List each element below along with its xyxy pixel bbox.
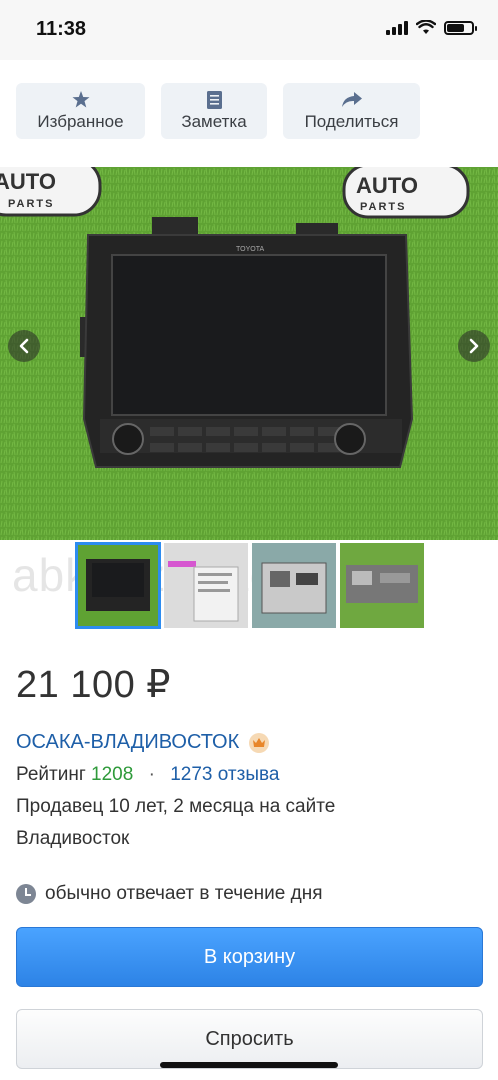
ask-button[interactable]: Спросить <box>16 1009 483 1069</box>
add-to-cart-button[interactable]: В корзину <box>16 927 483 987</box>
rating-label: Рейтинг <box>16 764 86 785</box>
head-unit: TOYOTA <box>80 217 414 468</box>
favorite-button[interactable]: Избранное <box>16 83 145 139</box>
battery-icon <box>444 20 477 35</box>
thumbnail-image <box>252 543 336 628</box>
rating-value[interactable]: 1208 <box>91 764 133 785</box>
separator-dot: · <box>148 764 155 785</box>
thumbnail-4[interactable] <box>340 543 424 628</box>
thumbnail-image <box>340 543 424 628</box>
main-photo[interactable]: AUTO PARTS AUTO PARTS TOYOTA <box>0 167 498 540</box>
share-label: Поделиться <box>304 111 399 131</box>
svg-text:AUTO: AUTO <box>0 169 56 194</box>
note-label: Заметка <box>181 111 247 131</box>
action-row: Избранное Заметка Поделиться <box>16 83 420 139</box>
thumbnail-2[interactable] <box>164 543 248 628</box>
favorite-label: Избранное <box>37 111 124 131</box>
reviews-link[interactable]: 1273 отзыва <box>170 764 279 785</box>
seller-city: Владивосток <box>16 828 130 849</box>
response-time-text: обычно отвечает в течение дня <box>45 883 323 904</box>
cellular-signal-icon <box>386 20 408 35</box>
note-button[interactable]: Заметка <box>161 83 267 139</box>
rating-line: Рейтинг 1208 · 1273 отзыва <box>16 764 279 786</box>
svg-text:AUTO: AUTO <box>356 173 418 198</box>
seller-link[interactable]: ОСАКА-ВЛАДИВОСТОК <box>16 731 270 754</box>
svg-text:PARTS: PARTS <box>8 198 54 210</box>
status-time: 11:38 <box>36 18 87 40</box>
wifi-icon <box>416 20 436 34</box>
svg-text:TOYOTA: TOYOTA <box>236 246 264 253</box>
chevron-left-icon <box>19 338 29 354</box>
status-icons <box>386 20 477 35</box>
auto-parts-logo-left: AUTO PARTS <box>0 167 102 217</box>
svg-text:PARTS: PARTS <box>360 201 406 213</box>
clock-icon <box>16 884 36 904</box>
thumbnail-1[interactable] <box>75 542 161 629</box>
auto-parts-logo-right: AUTO PARTS <box>342 167 470 219</box>
gallery-prev-button[interactable] <box>8 330 40 362</box>
share-arrow-icon <box>341 91 362 109</box>
price: 21 100 ₽ <box>16 664 171 706</box>
thumbnail-image <box>76 543 160 628</box>
chevron-right-icon <box>469 338 479 354</box>
seller-name: ОСАКА-ВЛАДИВОСТОК <box>16 731 240 753</box>
share-button[interactable]: Поделиться <box>283 83 420 139</box>
thumbnail-image <box>164 543 248 628</box>
thumbnail-3[interactable] <box>252 543 336 628</box>
response-time: обычно отвечает в течение дня <box>16 883 322 905</box>
note-icon <box>204 90 224 109</box>
star-icon <box>71 91 91 109</box>
seller-age: Продавец 10 лет, 2 месяца на сайте <box>16 796 336 817</box>
product-photo: AUTO PARTS AUTO PARTS TOYOTA <box>0 167 498 540</box>
gallery-next-button[interactable] <box>458 330 490 362</box>
status-bar: 11:38 <box>0 0 498 60</box>
crown-icon <box>249 732 270 753</box>
home-indicator[interactable] <box>160 1062 338 1068</box>
